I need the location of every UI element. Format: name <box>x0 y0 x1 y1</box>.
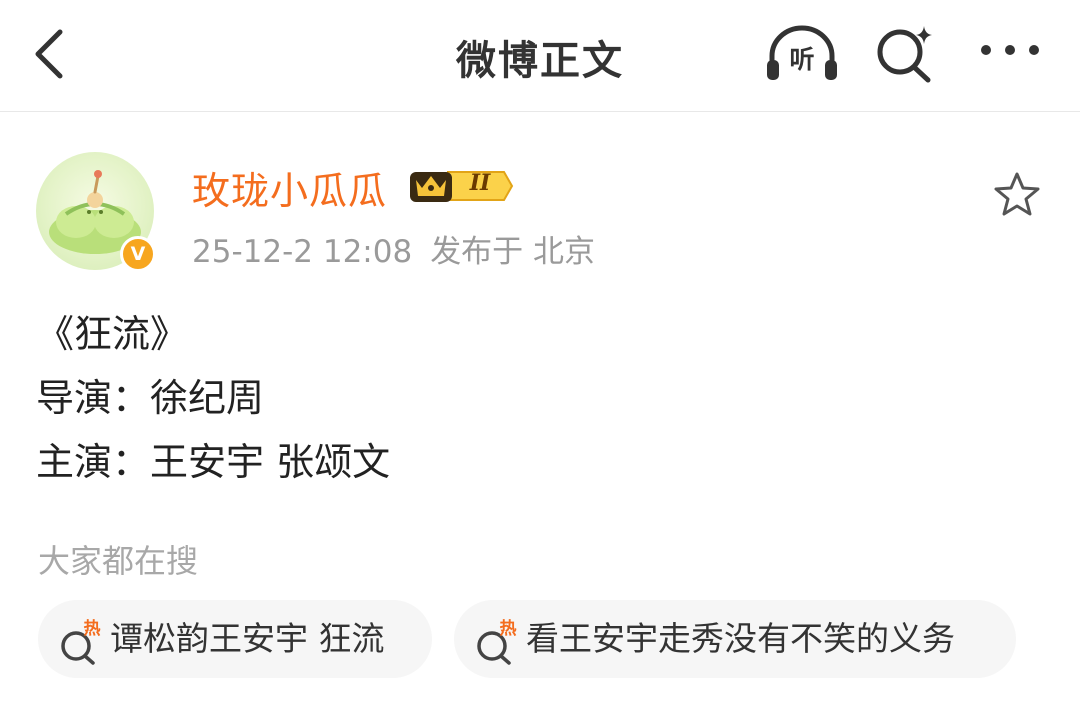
favorite-button[interactable] <box>992 170 1042 220</box>
member-level-badge[interactable]: II <box>408 164 516 208</box>
hot-label: 热 <box>499 619 517 639</box>
trending-chip[interactable]: 热 看王安宇走秀没有不笑的义务 <box>454 600 1016 678</box>
post-body: 《狂流》 导演：徐纪周 主演：王安宇 张颂文 <box>36 302 1036 494</box>
trending-chip-label: 谭松韵王安宇 狂流 <box>110 619 385 658</box>
hot-search-icon: 热 <box>58 616 104 665</box>
more-button[interactable] <box>974 20 1050 84</box>
search-spark-icon <box>877 26 932 83</box>
post-meta: 25-12-2 12:08 发布于 北京 <box>192 226 613 271</box>
search-button[interactable] <box>870 20 942 84</box>
author-avatar[interactable]: V <box>36 152 162 278</box>
top-nav-bar: 微博正文 听 <box>0 0 1080 112</box>
hot-search-icon: 热 <box>474 616 520 665</box>
weibo-post-page: 微博正文 听 V 玫珑小瓜瓜 II 25-12-2 12:08 发布于 北京 《… <box>0 0 1080 715</box>
post-line: 《狂流》 <box>36 312 189 356</box>
more-dots-icon <box>981 45 1039 55</box>
star-icon <box>994 172 1040 216</box>
post-line: 主演：王安宇 张颂文 <box>36 440 391 484</box>
post-timestamp: 25-12-2 12:08 <box>192 234 413 270</box>
post-location: 发布于 北京 <box>430 234 596 270</box>
hot-label: 热 <box>83 619 101 639</box>
trending-chip[interactable]: 热 谭松韵王安宇 狂流 <box>38 600 432 678</box>
verified-badge: V <box>120 236 156 272</box>
listen-button[interactable]: 听 <box>764 20 844 84</box>
post-line: 导演：徐纪周 <box>36 376 265 420</box>
trending-title: 大家都在搜 <box>38 542 199 580</box>
member-level-text: II <box>469 170 491 196</box>
author-name[interactable]: 玫珑小瓜瓜 <box>192 160 387 215</box>
listen-label: 听 <box>789 45 815 74</box>
trending-chip-label: 看王安宇走秀没有不笑的义务 <box>526 619 955 658</box>
